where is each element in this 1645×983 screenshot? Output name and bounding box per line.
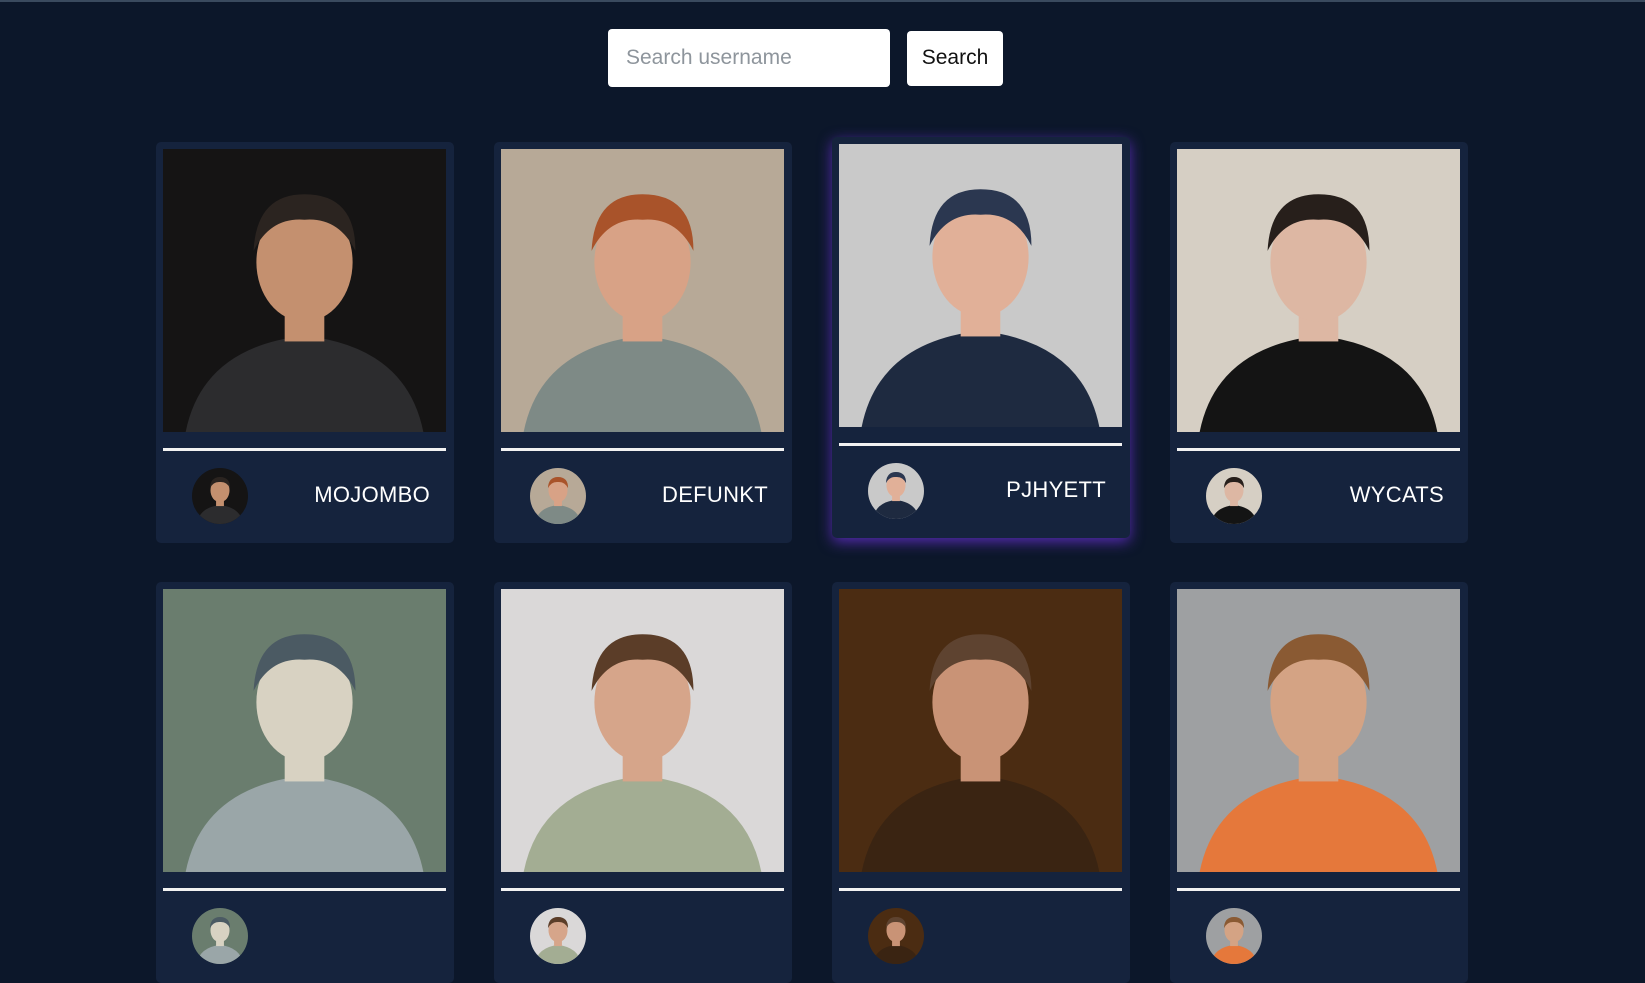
card-divider [501, 888, 784, 891]
username-label: PJHYETT [1006, 477, 1106, 502]
avatar-icon [192, 468, 248, 524]
profile-photo [501, 589, 784, 872]
user-grid: MOJOMBO DEFUNKT PJHYETT WYCATS [0, 0, 1645, 983]
avatar-icon [1206, 908, 1262, 964]
profile-photo [501, 149, 784, 432]
user-card[interactable] [156, 582, 454, 983]
avatar-icon [530, 468, 586, 524]
avatar-icon [1206, 468, 1262, 524]
avatar-icon [530, 908, 586, 964]
profile-photo [163, 149, 446, 432]
user-card[interactable]: MOJOMBO [156, 142, 454, 543]
user-card[interactable] [832, 582, 1130, 983]
profile-photo [163, 589, 446, 872]
username-label: MOJOMBO [314, 482, 430, 507]
card-divider [163, 888, 446, 891]
avatar-icon [868, 908, 924, 964]
profile-photo [1177, 149, 1460, 432]
username-label: DEFUNKT [662, 482, 768, 507]
card-divider [1177, 888, 1460, 891]
card-divider [1177, 448, 1460, 451]
username-label: WYCATS [1349, 482, 1444, 507]
user-card[interactable]: PJHYETT [832, 137, 1130, 538]
user-card[interactable]: WYCATS [1170, 142, 1468, 543]
profile-photo [839, 589, 1122, 872]
avatar-icon [868, 463, 924, 519]
card-divider [839, 888, 1122, 891]
user-card[interactable]: DEFUNKT [494, 142, 792, 543]
card-divider [501, 448, 784, 451]
user-card[interactable] [1170, 582, 1468, 983]
card-divider [839, 443, 1122, 446]
profile-photo [1177, 589, 1460, 872]
user-card[interactable] [494, 582, 792, 983]
card-divider [163, 448, 446, 451]
avatar-icon [192, 908, 248, 964]
profile-photo [839, 144, 1122, 427]
